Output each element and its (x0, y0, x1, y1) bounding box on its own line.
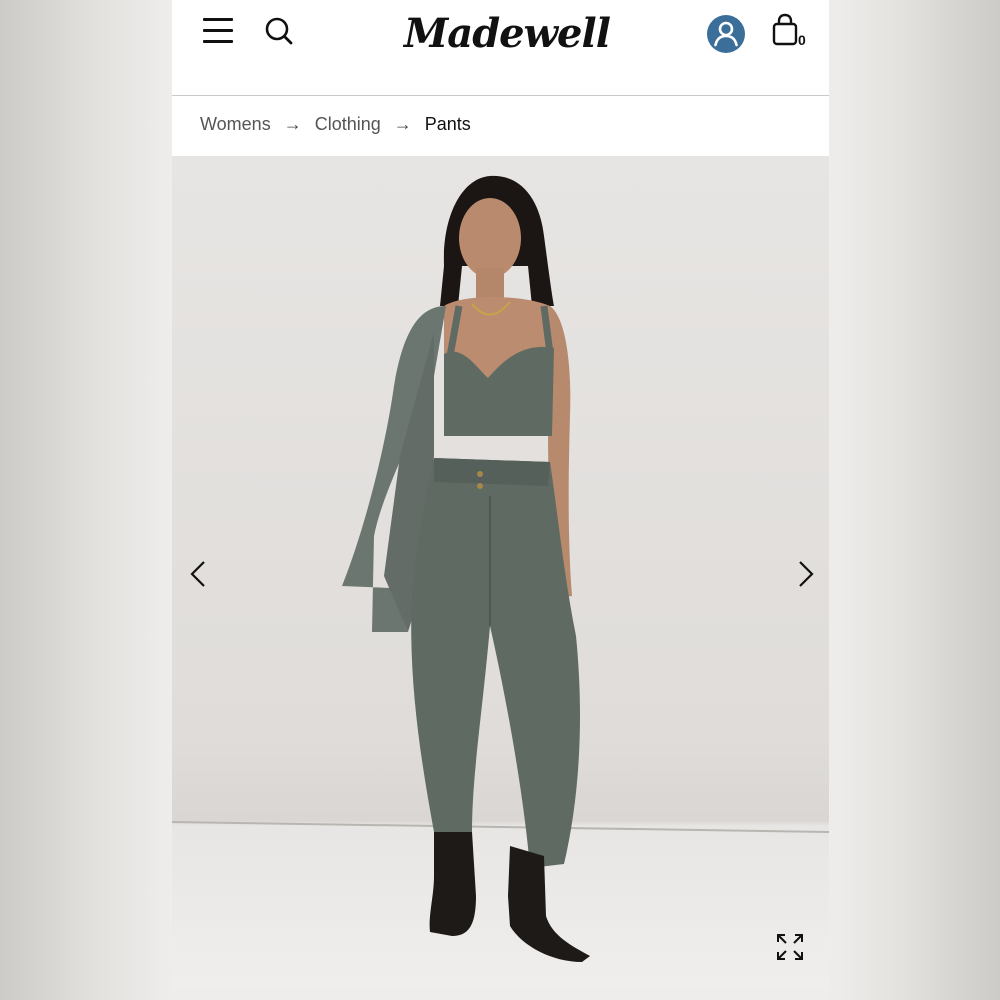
breadcrumb-womens[interactable]: Womens (200, 114, 271, 135)
user-account-icon[interactable] (706, 14, 746, 54)
product-photo (172, 175, 829, 962)
brand-logo[interactable]: Madewell (404, 6, 611, 62)
breadcrumb-arrow-icon: → (283, 113, 302, 134)
menu-line (203, 29, 233, 32)
breadcrumb: Womens → Clothing → Pants (200, 111, 471, 137)
search-icon[interactable] (263, 15, 295, 47)
site-header: Madewell 0 (172, 0, 829, 95)
breadcrumb-clothing[interactable]: Clothing (315, 114, 381, 135)
menu-line (203, 18, 233, 21)
mobile-page: Madewell 0 Womens → Clothing → Pants (172, 0, 829, 987)
cart-count-badge: 0 (798, 32, 806, 48)
breadcrumb-arrow-icon: → (393, 113, 412, 134)
menu-line (203, 40, 233, 43)
hamburger-menu-icon[interactable] (201, 16, 235, 46)
breadcrumb-current-pants: Pants (424, 113, 471, 134)
product-image-gallery[interactable] (172, 156, 829, 987)
shopping-bag-button[interactable]: 0 (770, 12, 812, 52)
shopping-bag-icon (772, 13, 798, 46)
chevron-right-icon[interactable] (784, 554, 824, 594)
expand-arrows-icon[interactable] (772, 929, 808, 965)
header-divider (172, 95, 829, 96)
chevron-left-icon[interactable] (180, 554, 220, 594)
